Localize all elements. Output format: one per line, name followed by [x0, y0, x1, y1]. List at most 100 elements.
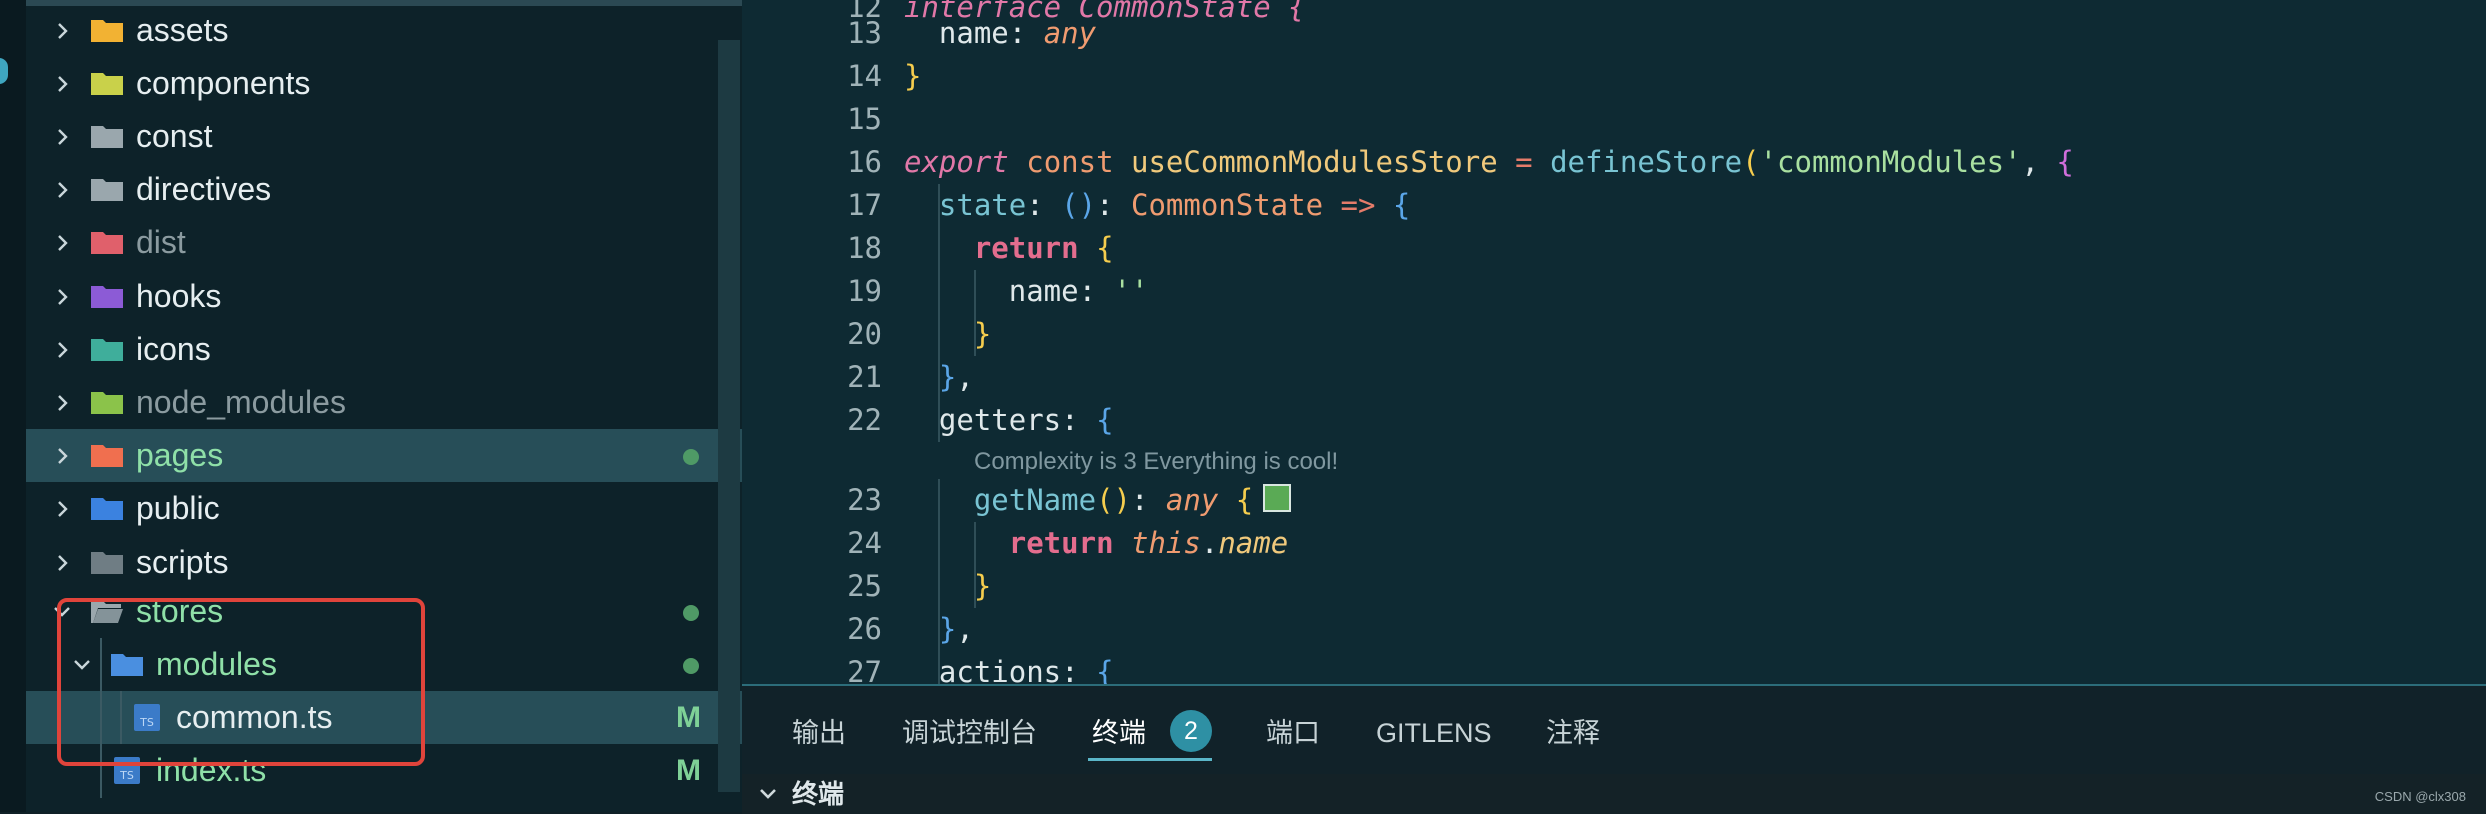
chevron-right-icon[interactable] [50, 270, 74, 323]
tree-item-scripts[interactable]: scripts [26, 536, 742, 589]
tree-item-label: const [136, 118, 213, 154]
code-line[interactable]: 23 getName(): any { [742, 479, 2486, 522]
chevron-right-icon[interactable] [50, 57, 74, 110]
tab-output[interactable]: 输出 [792, 708, 846, 758]
highlight-annotation-box [57, 598, 425, 766]
code-line[interactable]: 14} [742, 55, 2486, 98]
chevron-right-icon[interactable] [50, 216, 74, 269]
tree-item-const[interactable]: const [26, 110, 742, 163]
code-line[interactable]: 24 return this.name [742, 522, 2486, 565]
assets-folder-icon [90, 17, 124, 44]
indent-guide [938, 184, 940, 442]
line-number: 19 [847, 274, 882, 308]
code-line[interactable]: 13 name: any [742, 12, 2486, 55]
color-swatch-icon[interactable] [1263, 484, 1292, 512]
code-line[interactable]: 20 } [742, 313, 2486, 356]
code-line[interactable]: 18 return { [742, 227, 2486, 270]
tree-item-label: dist [136, 224, 186, 260]
code-line[interactable]: 21 }, [742, 356, 2486, 399]
line-number: 16 [847, 145, 882, 179]
tree-item-icons[interactable]: icons [26, 323, 742, 376]
watermark: CSDN @clx308 [2374, 789, 2466, 804]
git-change-dot [683, 449, 699, 465]
tree-item-label: icons [136, 331, 211, 367]
tab-debug-console[interactable]: 调试控制台 [902, 708, 1037, 758]
chevron-right-icon[interactable] [50, 429, 74, 482]
code-text: name: any [938, 16, 1097, 50]
code-line[interactable]: 19 name: '' [742, 270, 2486, 313]
folder-icon [90, 176, 124, 203]
code-text: export const useCommonModulesStore = def… [904, 145, 2074, 179]
bottom-panel: 输出 调试控制台 终端 2 端口 GITLENS 注释 终端 CSDN @clx… [742, 684, 2486, 814]
tree-item-label: components [136, 65, 311, 101]
chevron-down-icon [760, 789, 776, 799]
tab-ports[interactable]: 端口 [1266, 708, 1320, 758]
terminal-section-title: 终端 [792, 779, 845, 809]
git-change-dot [683, 605, 699, 621]
code-line[interactable]: 27 actions: { [742, 651, 2486, 684]
tab-terminal[interactable]: 终端 [1092, 708, 1146, 758]
line-number: 22 [847, 403, 882, 437]
code-line[interactable]: 17 state: (): CommonState => { [742, 184, 2486, 227]
code-line[interactable]: 15 [742, 98, 2486, 141]
code-text: state: (): CommonState => { [938, 188, 1411, 222]
tree-item-components[interactable]: components [26, 57, 742, 110]
code-line[interactable]: 22 getters: { [742, 399, 2486, 442]
chevron-right-icon[interactable] [50, 482, 74, 535]
chevron-right-icon[interactable] [50, 110, 74, 163]
file-explorer: assets components const directives dist hooks… [0, 0, 742, 812]
code-line[interactable]: 16 export const useCommonModulesStore = d… [742, 141, 2486, 184]
tree-item-label: assets [136, 12, 229, 48]
tree-item-public[interactable]: public [26, 482, 742, 535]
code-text: actions: { [938, 655, 1114, 684]
line-number: 20 [847, 317, 882, 351]
line-number: 21 [847, 360, 882, 394]
tree-item-label: hooks [136, 278, 222, 314]
tree-item-dist[interactable]: dist [26, 216, 742, 269]
explorer-scrollbar[interactable] [718, 40, 740, 792]
tree-item-node-modules[interactable]: node_modules [26, 376, 742, 429]
line-number: 14 [847, 59, 882, 93]
code-text: name: '' [1008, 274, 1149, 308]
code-text: } [973, 317, 992, 351]
code-text: return this.name [1008, 526, 1289, 560]
tree-item-label: directives [136, 171, 272, 207]
node-folder-icon [90, 389, 124, 416]
dist-folder-icon [90, 229, 124, 256]
tab-comments[interactable]: 注释 [1546, 708, 1600, 758]
codelens-hint[interactable]: Complexity is 3 Everything is cool! [974, 448, 1338, 476]
tree-item-directives[interactable]: directives [26, 163, 742, 216]
line-number: 27 [847, 655, 882, 684]
scripts-folder-icon [90, 549, 124, 576]
code-text: return { [973, 231, 1114, 265]
tree-item-hooks[interactable]: hooks [26, 270, 742, 323]
code-text: } [904, 59, 922, 93]
tree-item-assets[interactable]: assets [26, 4, 742, 57]
code-line[interactable]: 25 } [742, 565, 2486, 608]
folder-icon [90, 123, 124, 150]
indent-guide [974, 270, 976, 356]
chevron-right-icon[interactable] [50, 4, 74, 57]
indent-guide [938, 479, 940, 684]
line-number: 25 [847, 569, 882, 603]
chevron-right-icon[interactable] [50, 536, 74, 589]
pages-folder-icon [90, 442, 124, 469]
svg-text:TS: TS [119, 769, 134, 782]
icons-folder-icon [90, 336, 124, 363]
code-text: getters: { [938, 403, 1114, 437]
code-line[interactable]: 26 }, [742, 608, 2486, 651]
tree-item-label: node_modules [136, 384, 346, 420]
tree-item-label: scripts [136, 544, 229, 580]
code-editor[interactable]: 12 interface CommonState {13 name: any 14}… [742, 0, 2486, 684]
line-number: 23 [847, 483, 882, 517]
terminal-count-badge: 2 [1170, 710, 1212, 752]
tree-item-pages[interactable]: pages [26, 429, 742, 482]
line-number: 17 [847, 188, 882, 222]
chevron-right-icon[interactable] [50, 163, 74, 216]
chevron-right-icon[interactable] [50, 323, 74, 376]
terminal-section-header[interactable]: 终端 [742, 774, 2486, 814]
components-folder-icon [90, 70, 124, 97]
chevron-right-icon[interactable] [50, 376, 74, 429]
tab-gitlens[interactable]: GITLENS [1376, 708, 1492, 758]
public-folder-icon [90, 495, 124, 522]
